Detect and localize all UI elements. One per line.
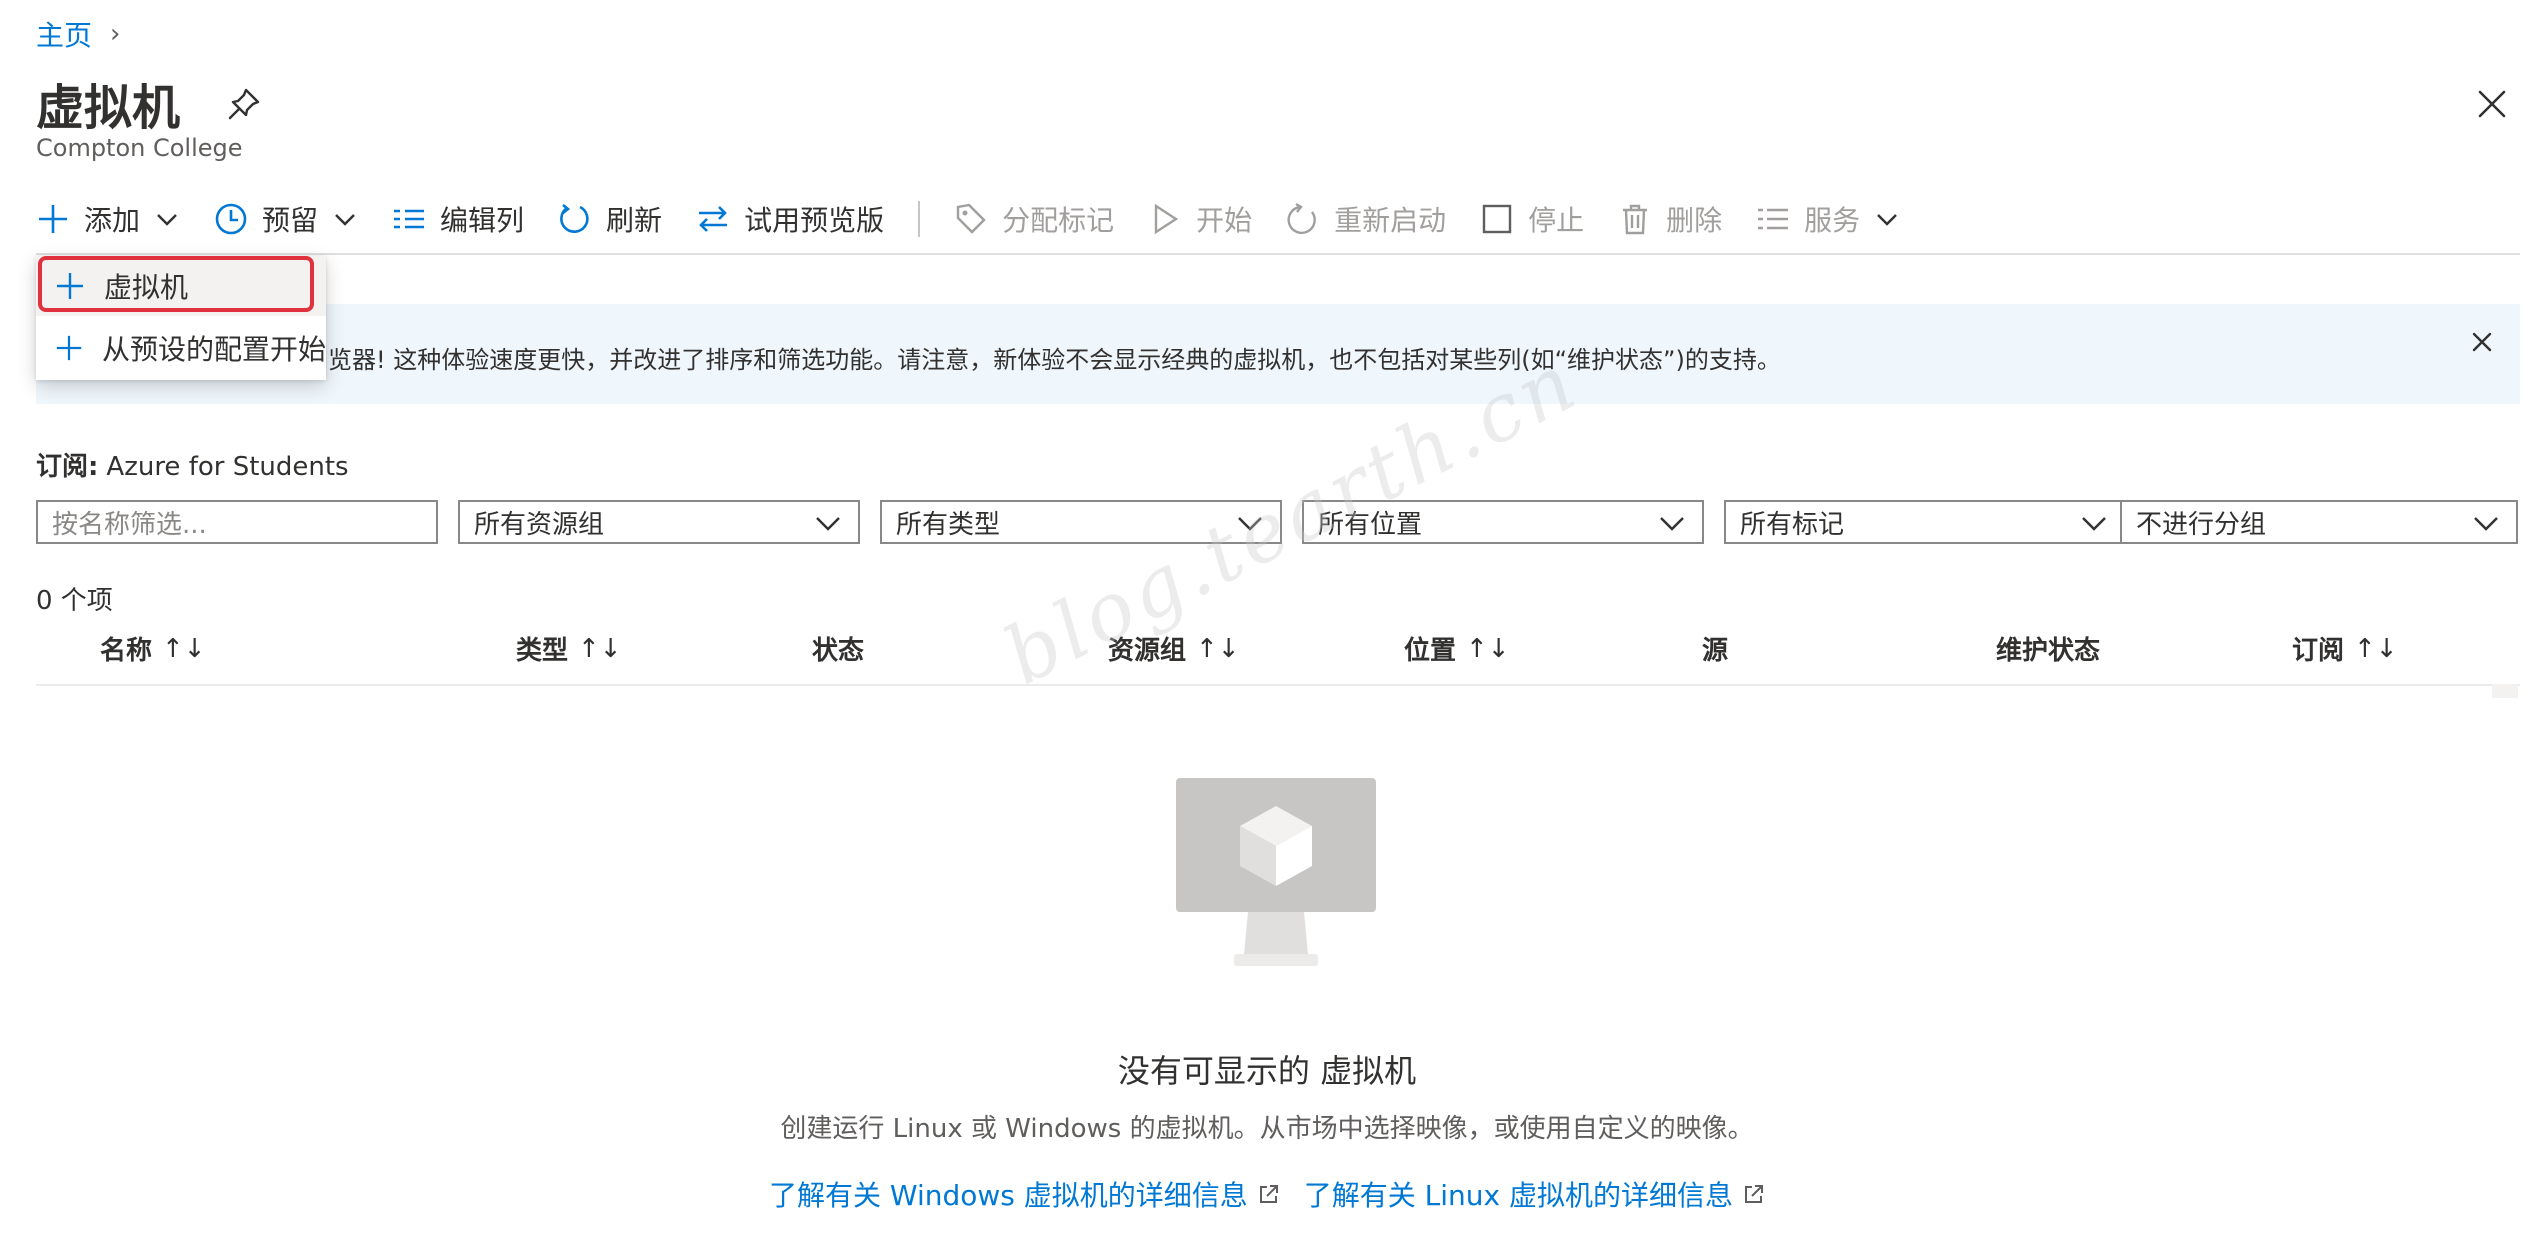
refresh-icon xyxy=(560,203,589,234)
column-header-name[interactable]: 名称 ↑↓ xyxy=(100,630,206,667)
close-icon[interactable] xyxy=(2472,84,2512,124)
empty-state-description: 创建运行 Linux 或 Windows 的虚拟机。从市场中选择映像，或使用自定… xyxy=(780,1114,1754,1144)
subscription-filter: 订阅: Azure for Students xyxy=(36,446,349,483)
resource-group-dropdown[interactable]: 所有资源组 xyxy=(458,500,860,544)
chevron-down-icon xyxy=(1660,517,1684,531)
sort-icon: ↑↓ xyxy=(1466,633,1510,664)
linux-learn-more-link[interactable]: 了解有关 Linux 虚拟机的详细信息 xyxy=(1304,1174,1765,1214)
clock-icon xyxy=(215,203,247,235)
services-label: 服务 xyxy=(1804,204,1861,237)
trash-icon xyxy=(1623,204,1648,235)
services-button[interactable]: 服务 xyxy=(1756,194,1900,244)
item-count: 0 个项 xyxy=(36,586,113,616)
name-filter-placeholder: 按名称筛选... xyxy=(52,509,207,540)
refresh-button[interactable]: 刷新 xyxy=(558,194,662,244)
sort-icon: ↑↓ xyxy=(578,633,622,664)
sort-icon: ↑↓ xyxy=(2354,633,2398,664)
type-value: 所有类型 xyxy=(896,509,1001,540)
column-label: 类型 xyxy=(516,636,569,666)
plus-icon xyxy=(39,205,67,233)
assign-tags-button[interactable]: 分配标记 xyxy=(954,194,1114,244)
edit-columns-button[interactable]: 编辑列 xyxy=(392,194,524,244)
subscription-value[interactable]: Azure for Students xyxy=(106,452,348,482)
chevron-down-icon xyxy=(2082,517,2106,531)
column-header-status[interactable]: 状态 xyxy=(812,630,864,667)
subscription-label: 订阅: xyxy=(36,452,99,482)
column-label: 状态 xyxy=(812,636,865,666)
tag-icon xyxy=(956,203,986,234)
column-header-type[interactable]: 类型 ↑↓ xyxy=(516,630,622,667)
scrollbar-arrow[interactable] xyxy=(2492,684,2518,698)
tags-dropdown[interactable]: 所有标记 xyxy=(1724,500,2126,544)
table-header-divider xyxy=(36,684,2520,686)
grouping-value: 不进行分组 xyxy=(2136,509,2267,540)
close-icon[interactable] xyxy=(2466,326,2498,358)
sort-icon: ↑↓ xyxy=(1196,633,1240,664)
delete-button[interactable]: 删除 xyxy=(1618,194,1722,244)
menu-item-label: 从预设的配置开始 xyxy=(101,333,326,366)
toolbar-divider xyxy=(918,201,921,237)
column-header-location[interactable]: 位置 ↑↓ xyxy=(1404,630,1510,667)
chevron-right-icon: › xyxy=(110,19,121,49)
stop-icon xyxy=(1482,204,1512,234)
chevron-down-icon xyxy=(2474,517,2498,531)
reservations-button[interactable]: 预留 xyxy=(214,194,358,244)
column-header-source[interactable]: 源 xyxy=(1702,630,1728,667)
learn-more-links: 了解有关 Windows 虚拟机的详细信息 了解有关 Linux 虚拟机的详细信… xyxy=(0,1174,2534,1214)
services-list-icon xyxy=(1758,208,1789,230)
external-link-icon xyxy=(1745,1185,1764,1203)
reservations-button-label: 预留 xyxy=(262,204,319,237)
name-filter-input[interactable]: 按名称筛选... xyxy=(36,500,438,544)
link-label: 了解有关 Windows 虚拟机的详细信息 xyxy=(768,1179,1248,1212)
stop-button[interactable]: 停止 xyxy=(1480,194,1584,244)
delete-label: 删除 xyxy=(1666,204,1723,237)
column-label: 订阅 xyxy=(2292,636,2345,666)
chevron-down-icon xyxy=(335,214,355,226)
page-subtitle: Compton College xyxy=(36,134,243,162)
virtual-machine-monitor-icon xyxy=(1176,778,1376,966)
switch-arrows-icon xyxy=(699,206,728,232)
try-preview-label: 试用预览版 xyxy=(744,204,885,237)
start-button[interactable]: 开始 xyxy=(1148,194,1252,244)
breadcrumb: 主页 › xyxy=(36,14,120,54)
menu-item-preset-config[interactable]: 从预设的配置开始 xyxy=(36,318,326,378)
restart-icon xyxy=(1287,202,1316,235)
restart-button[interactable]: 重新启动 xyxy=(1286,194,1446,244)
chevron-down-icon xyxy=(157,214,177,226)
column-header-maintenance[interactable]: 维护状态 xyxy=(1996,630,2100,667)
column-label: 位置 xyxy=(1404,636,1457,666)
chevron-down-icon xyxy=(1877,214,1898,226)
link-label: 了解有关 Linux 虚拟机的详细信息 xyxy=(1303,1179,1734,1212)
column-label: 维护状态 xyxy=(1996,636,2101,666)
add-button-label: 添加 xyxy=(84,204,141,237)
assign-tags-label: 分配标记 xyxy=(1002,204,1115,237)
column-label: 源 xyxy=(1702,636,1729,666)
stop-label: 停止 xyxy=(1528,204,1585,237)
column-header-subscription[interactable]: 订阅 ↑↓ xyxy=(2292,630,2398,667)
start-label: 开始 xyxy=(1196,204,1253,237)
external-link-icon xyxy=(1259,1185,1278,1203)
highlight-box xyxy=(38,256,314,312)
add-button[interactable]: 添加 xyxy=(36,194,180,244)
refresh-label: 刷新 xyxy=(606,204,663,237)
breadcrumb-home-link[interactable]: 主页 xyxy=(36,14,92,54)
play-icon xyxy=(1154,203,1179,235)
toolbar-divider-line xyxy=(36,253,2520,255)
windows-learn-more-link[interactable]: 了解有关 Windows 虚拟机的详细信息 xyxy=(769,1174,1280,1214)
sort-icon: ↑↓ xyxy=(162,633,206,664)
pin-icon[interactable] xyxy=(224,84,264,124)
restart-label: 重新启动 xyxy=(1334,204,1447,237)
plus-icon xyxy=(56,335,82,361)
try-preview-button[interactable]: 试用预览版 xyxy=(696,194,884,244)
empty-state-title: 没有可显示的 虚拟机 xyxy=(1117,1052,1417,1090)
grouping-dropdown[interactable]: 不进行分组 xyxy=(2120,500,2518,544)
command-bar: 添加 预留 编辑列 刷新 试用预览版 分配标记 开始 重新启动 停止 删除 服务 xyxy=(36,194,1934,244)
columns-list-icon xyxy=(394,209,425,229)
page-title: 虚拟机 xyxy=(36,80,181,136)
tags-value: 所有标记 xyxy=(1740,509,1845,540)
chevron-down-icon xyxy=(816,517,840,531)
resource-group-value: 所有资源组 xyxy=(474,509,605,540)
edit-columns-label: 编辑列 xyxy=(440,204,525,237)
column-label: 名称 xyxy=(100,636,153,666)
